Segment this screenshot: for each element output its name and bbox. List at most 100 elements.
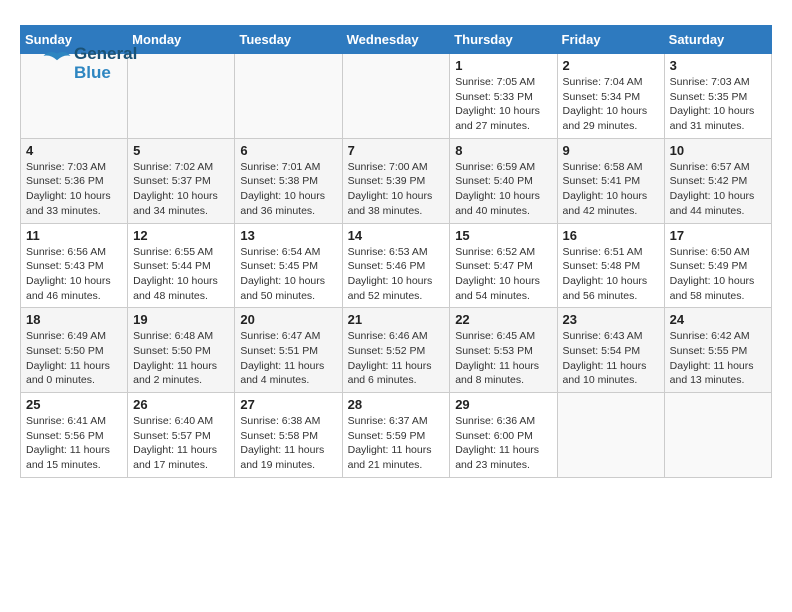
logo-line1: General (74, 45, 137, 64)
day-info: Sunrise: 6:58 AMSunset: 5:41 PMDaylight:… (563, 160, 659, 219)
day-number: 21 (348, 312, 445, 327)
day-info: Sunrise: 7:04 AMSunset: 5:34 PMDaylight:… (563, 75, 659, 134)
day-info: Sunrise: 6:46 AMSunset: 5:52 PMDaylight:… (348, 329, 445, 388)
day-info: Sunrise: 6:43 AMSunset: 5:54 PMDaylight:… (563, 329, 659, 388)
calendar-cell: 7 Sunrise: 7:00 AMSunset: 5:39 PMDaylight… (342, 138, 450, 223)
day-number: 19 (133, 312, 229, 327)
day-info: Sunrise: 6:55 AMSunset: 5:44 PMDaylight:… (133, 245, 229, 304)
calendar-cell: 18 Sunrise: 6:49 AMSunset: 5:50 PMDayligh… (21, 308, 128, 393)
calendar-cell: 3 Sunrise: 7:03 AMSunset: 5:35 PMDaylight… (664, 54, 771, 139)
day-of-week-tuesday: Tuesday (235, 26, 342, 54)
day-info: Sunrise: 6:51 AMSunset: 5:48 PMDaylight:… (563, 245, 659, 304)
calendar-cell: 12 Sunrise: 6:55 AMSunset: 5:44 PMDayligh… (128, 223, 235, 308)
day-info: Sunrise: 6:50 AMSunset: 5:49 PMDaylight:… (670, 245, 766, 304)
day-number: 13 (240, 228, 336, 243)
day-info: Sunrise: 6:54 AMSunset: 5:45 PMDaylight:… (240, 245, 336, 304)
calendar-cell: 29 Sunrise: 6:36 AMSunset: 6:00 PMDayligh… (450, 393, 557, 478)
calendar-cell: 9 Sunrise: 6:58 AMSunset: 5:41 PMDaylight… (557, 138, 664, 223)
day-number: 1 (455, 58, 551, 73)
day-number: 2 (563, 58, 659, 73)
day-info: Sunrise: 6:37 AMSunset: 5:59 PMDaylight:… (348, 414, 445, 473)
calendar-cell: 23 Sunrise: 6:43 AMSunset: 5:54 PMDayligh… (557, 308, 664, 393)
calendar-cell: 27 Sunrise: 6:38 AMSunset: 5:58 PMDayligh… (235, 393, 342, 478)
day-number: 22 (455, 312, 551, 327)
day-number: 23 (563, 312, 659, 327)
calendar-cell (128, 54, 235, 139)
calendar-cell: 21 Sunrise: 6:46 AMSunset: 5:52 PMDayligh… (342, 308, 450, 393)
calendar-cell: 24 Sunrise: 6:42 AMSunset: 5:55 PMDayligh… (664, 308, 771, 393)
day-info: Sunrise: 6:56 AMSunset: 5:43 PMDaylight:… (26, 245, 122, 304)
calendar-cell: 17 Sunrise: 6:50 AMSunset: 5:49 PMDayligh… (664, 223, 771, 308)
calendar-cell: 26 Sunrise: 6:40 AMSunset: 5:57 PMDayligh… (128, 393, 235, 478)
calendar-cell: 22 Sunrise: 6:45 AMSunset: 5:53 PMDayligh… (450, 308, 557, 393)
day-number: 16 (563, 228, 659, 243)
calendar-cell (342, 54, 450, 139)
day-info: Sunrise: 6:59 AMSunset: 5:40 PMDaylight:… (455, 160, 551, 219)
day-info: Sunrise: 6:49 AMSunset: 5:50 PMDaylight:… (26, 329, 122, 388)
calendar-cell: 25 Sunrise: 6:41 AMSunset: 5:56 PMDayligh… (21, 393, 128, 478)
day-info: Sunrise: 6:52 AMSunset: 5:47 PMDaylight:… (455, 245, 551, 304)
day-number: 27 (240, 397, 336, 412)
day-number: 5 (133, 143, 229, 158)
day-number: 28 (348, 397, 445, 412)
day-number: 10 (670, 143, 766, 158)
day-info: Sunrise: 6:47 AMSunset: 5:51 PMDaylight:… (240, 329, 336, 388)
calendar-cell: 19 Sunrise: 6:48 AMSunset: 5:50 PMDayligh… (128, 308, 235, 393)
day-info: Sunrise: 6:36 AMSunset: 6:00 PMDaylight:… (455, 414, 551, 473)
day-number: 24 (670, 312, 766, 327)
day-number: 8 (455, 143, 551, 158)
calendar-cell: 10 Sunrise: 6:57 AMSunset: 5:42 PMDayligh… (664, 138, 771, 223)
day-number: 3 (670, 58, 766, 73)
calendar-cell: 14 Sunrise: 6:53 AMSunset: 5:46 PMDayligh… (342, 223, 450, 308)
calendar-cell: 1 Sunrise: 7:05 AMSunset: 5:33 PMDaylight… (450, 54, 557, 139)
day-of-week-monday: Monday (128, 26, 235, 54)
day-number: 9 (563, 143, 659, 158)
calendar-cell: 4 Sunrise: 7:03 AMSunset: 5:36 PMDaylight… (21, 138, 128, 223)
day-number: 20 (240, 312, 336, 327)
day-of-week-friday: Friday (557, 26, 664, 54)
day-number: 15 (455, 228, 551, 243)
day-info: Sunrise: 6:42 AMSunset: 5:55 PMDaylight:… (670, 329, 766, 388)
calendar-cell: 5 Sunrise: 7:02 AMSunset: 5:37 PMDaylight… (128, 138, 235, 223)
day-info: Sunrise: 7:03 AMSunset: 5:35 PMDaylight:… (670, 75, 766, 134)
calendar-cell (235, 54, 342, 139)
day-of-week-wednesday: Wednesday (342, 26, 450, 54)
logo-line2: Blue (74, 64, 137, 83)
day-info: Sunrise: 6:57 AMSunset: 5:42 PMDaylight:… (670, 160, 766, 219)
logo: General Blue (40, 45, 137, 82)
day-number: 26 (133, 397, 229, 412)
calendar-cell: 2 Sunrise: 7:04 AMSunset: 5:34 PMDaylight… (557, 54, 664, 139)
calendar-cell (664, 393, 771, 478)
day-number: 12 (133, 228, 229, 243)
day-number: 17 (670, 228, 766, 243)
calendar-cell: 11 Sunrise: 6:56 AMSunset: 5:43 PMDayligh… (21, 223, 128, 308)
calendar-cell: 15 Sunrise: 6:52 AMSunset: 5:47 PMDayligh… (450, 223, 557, 308)
day-number: 4 (26, 143, 122, 158)
calendar-cell: 8 Sunrise: 6:59 AMSunset: 5:40 PMDaylight… (450, 138, 557, 223)
calendar-cell: 13 Sunrise: 6:54 AMSunset: 5:45 PMDayligh… (235, 223, 342, 308)
day-of-week-saturday: Saturday (664, 26, 771, 54)
day-number: 11 (26, 228, 122, 243)
day-info: Sunrise: 7:05 AMSunset: 5:33 PMDaylight:… (455, 75, 551, 134)
day-info: Sunrise: 7:02 AMSunset: 5:37 PMDaylight:… (133, 160, 229, 219)
day-number: 25 (26, 397, 122, 412)
day-number: 14 (348, 228, 445, 243)
day-info: Sunrise: 6:40 AMSunset: 5:57 PMDaylight:… (133, 414, 229, 473)
day-info: Sunrise: 7:00 AMSunset: 5:39 PMDaylight:… (348, 160, 445, 219)
day-info: Sunrise: 6:38 AMSunset: 5:58 PMDaylight:… (240, 414, 336, 473)
day-number: 7 (348, 143, 445, 158)
day-number: 6 (240, 143, 336, 158)
day-info: Sunrise: 6:45 AMSunset: 5:53 PMDaylight:… (455, 329, 551, 388)
day-of-week-thursday: Thursday (450, 26, 557, 54)
day-info: Sunrise: 6:53 AMSunset: 5:46 PMDaylight:… (348, 245, 445, 304)
day-info: Sunrise: 6:41 AMSunset: 5:56 PMDaylight:… (26, 414, 122, 473)
day-info: Sunrise: 7:01 AMSunset: 5:38 PMDaylight:… (240, 160, 336, 219)
calendar-cell: 16 Sunrise: 6:51 AMSunset: 5:48 PMDayligh… (557, 223, 664, 308)
day-number: 18 (26, 312, 122, 327)
day-info: Sunrise: 6:48 AMSunset: 5:50 PMDaylight:… (133, 329, 229, 388)
calendar-table: SundayMondayTuesdayWednesdayThursdayFrid… (20, 25, 772, 478)
day-info: Sunrise: 7:03 AMSunset: 5:36 PMDaylight:… (26, 160, 122, 219)
calendar-cell: 6 Sunrise: 7:01 AMSunset: 5:38 PMDaylight… (235, 138, 342, 223)
day-number: 29 (455, 397, 551, 412)
calendar-cell (557, 393, 664, 478)
